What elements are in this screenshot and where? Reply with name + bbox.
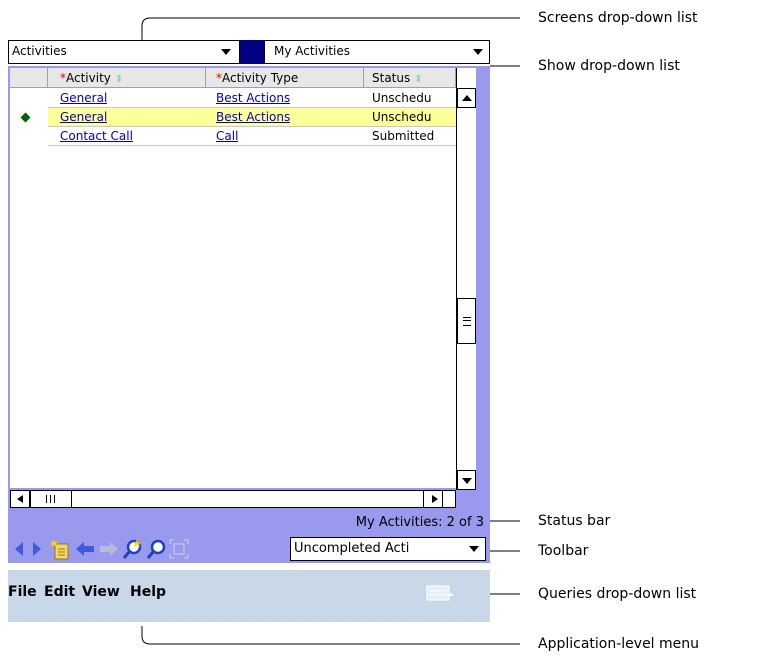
horizontal-scrollbar[interactable] xyxy=(10,490,456,508)
chevron-down-icon xyxy=(473,49,483,55)
queries-dropdown[interactable]: Uncompleted Acti xyxy=(290,537,486,561)
new-record-icon[interactable] xyxy=(50,538,72,560)
column-header-label: Status xyxy=(372,71,411,85)
device-screen: Activities My Activities *Activity ⬍ *Act… xyxy=(8,40,490,622)
activities-grid: *Activity ⬍ *Activity Type Status ⬍ Genera… xyxy=(10,68,458,488)
dropdown-separator xyxy=(240,40,264,64)
row-divider xyxy=(48,145,458,146)
chevron-down-icon xyxy=(469,546,479,552)
sort-icon: ⬍ xyxy=(114,74,124,85)
chevron-down-icon xyxy=(221,49,231,55)
vertical-scrollbar[interactable] xyxy=(456,68,476,490)
grip-icon xyxy=(463,317,471,326)
arrow-up-icon xyxy=(462,95,472,101)
maximize-icon[interactable] xyxy=(168,538,190,560)
previous-record-icon[interactable] xyxy=(74,538,96,560)
scroll-thumb[interactable] xyxy=(457,298,476,344)
queries-dropdown-value: Uncompleted Acti xyxy=(294,541,410,556)
row3-activity[interactable]: Contact Call xyxy=(60,127,133,145)
menu-edit[interactable]: Edit xyxy=(44,584,75,600)
arrow-right-icon xyxy=(432,495,438,503)
callout-queries: Queries drop-down list xyxy=(538,586,697,602)
column-header-label: Activity Type xyxy=(222,71,299,85)
grip-icon-mid xyxy=(463,320,471,321)
toolbar: Uncompleted Acti xyxy=(8,535,490,563)
status-text: My Activities: 2 of 3 xyxy=(355,515,484,530)
column-header-status[interactable]: Status ⬍ xyxy=(364,68,456,88)
sort-icon: ⬍ xyxy=(414,74,423,85)
status-bar: My Activities: 2 of 3 xyxy=(8,512,490,534)
arrow-down-icon xyxy=(462,478,472,484)
application-menu-bar: File Edit View Help xyxy=(8,570,490,622)
screens-dropdown-value: Activities xyxy=(12,44,67,58)
scroll-left-button[interactable] xyxy=(10,490,30,508)
callout-show: Show drop-down list xyxy=(538,58,680,74)
callout-toolbar: Toolbar xyxy=(538,543,589,559)
callout-status: Status bar xyxy=(538,513,611,529)
screens-dropdown[interactable]: Activities xyxy=(8,40,240,64)
list-panel: *Activity ⬍ *Activity Type Status ⬍ Genera… xyxy=(8,66,490,556)
callout-appmenu: Application-level menu xyxy=(538,636,700,652)
grid-header-indicator xyxy=(10,68,48,88)
callout-screens: Screens drop-down list xyxy=(538,10,698,26)
show-dropdown[interactable]: My Activities xyxy=(264,40,490,64)
arrow-left-icon xyxy=(17,495,23,503)
row2-type[interactable]: Best Actions xyxy=(216,108,290,126)
forward-arrow-icon[interactable] xyxy=(30,538,44,560)
keyboard-icon[interactable] xyxy=(426,584,456,602)
row3-status[interactable]: Submitted xyxy=(372,127,456,145)
hscroll-thumb[interactable] xyxy=(30,490,72,508)
grip-icon-mid xyxy=(50,495,51,503)
row1-status[interactable]: Unschedu xyxy=(372,89,456,107)
scroll-down-button[interactable] xyxy=(457,470,476,490)
show-dropdown-value: My Activities xyxy=(274,44,351,58)
find-icon[interactable] xyxy=(146,538,168,560)
column-header-label: Activity xyxy=(66,71,111,85)
current-row-icon xyxy=(20,112,31,123)
row1-type[interactable]: Best Actions xyxy=(216,89,290,107)
scroll-right-button[interactable] xyxy=(423,490,443,508)
query-icon[interactable] xyxy=(122,538,144,560)
next-record-icon[interactable] xyxy=(98,538,120,560)
column-header-activity-type[interactable]: *Activity Type xyxy=(206,68,364,88)
menu-help[interactable]: Help xyxy=(130,584,166,600)
column-header-activity[interactable]: *Activity ⬍ xyxy=(48,68,206,88)
row3-type[interactable]: Call xyxy=(216,127,238,145)
menu-view[interactable]: View xyxy=(82,584,120,600)
row2-activity[interactable]: General xyxy=(60,108,107,126)
scroll-up-button[interactable] xyxy=(457,88,476,108)
row1-activity[interactable]: General xyxy=(60,89,107,107)
row2-status[interactable]: Unschedu xyxy=(372,108,456,126)
back-arrow-icon[interactable] xyxy=(12,538,26,560)
menu-file[interactable]: File xyxy=(8,584,37,600)
